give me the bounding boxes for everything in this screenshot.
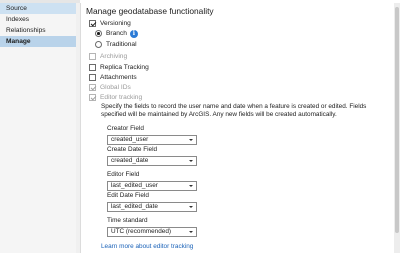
editor-field-dropdown[interactable]: last_edited_user	[107, 181, 197, 191]
time-standard-dropdown[interactable]: UTC (recommended)	[107, 227, 197, 237]
radio-button[interactable]	[95, 41, 102, 48]
radio-button[interactable]	[95, 30, 102, 37]
dropdown-value: UTC (recommended)	[111, 228, 172, 235]
checkbox-box[interactable]	[89, 74, 96, 81]
dropdown-value: created_user	[111, 136, 149, 143]
editor-tracking-checkbox[interactable]: Editor tracking	[89, 93, 142, 102]
global-ids-checkbox[interactable]: Global IDs	[89, 83, 131, 92]
checkbox-box[interactable]	[89, 64, 96, 71]
edit-date-field-label: Edit Date Field	[107, 192, 149, 199]
archiving-checkbox[interactable]: Archiving	[89, 52, 127, 61]
scrollbar-thumb[interactable]	[395, 7, 399, 233]
creator-field-dropdown[interactable]: created_user	[107, 135, 197, 145]
sidebar-item-relationships[interactable]: Relationships	[0, 25, 76, 36]
chevron-down-icon	[189, 160, 193, 162]
dropdown-value: last_edited_user	[111, 182, 158, 189]
archiving-label: Archiving	[100, 53, 128, 60]
editor-field-label: Editor Field	[107, 171, 140, 178]
versioning-checkbox[interactable]: Versioning	[89, 19, 131, 28]
sidebar-item-source[interactable]: Source	[0, 3, 76, 14]
learn-more-link[interactable]: Learn more about editor tracking	[101, 243, 193, 250]
traditional-radio[interactable]: Traditional	[95, 40, 137, 49]
chevron-down-icon	[189, 139, 193, 141]
branch-label: Branch	[106, 30, 127, 37]
traditional-label: Traditional	[106, 41, 137, 48]
checkbox-box[interactable]	[89, 20, 96, 27]
info-icon[interactable]: i	[129, 29, 138, 38]
create-date-field-dropdown[interactable]: created_date	[107, 156, 197, 166]
branch-radio[interactable]: Branch i	[95, 29, 138, 38]
page-title: Manage geodatabase functionality	[86, 6, 214, 16]
dropdown-value: last_edited_date	[111, 203, 158, 210]
replica-tracking-checkbox[interactable]: Replica Tracking	[89, 63, 149, 72]
sidebar: Source Indexes Relationships Manage	[0, 3, 76, 253]
checkbox-box[interactable]	[89, 53, 96, 60]
global-ids-label: Global IDs	[100, 84, 131, 91]
time-standard-label: Time standard	[107, 217, 148, 224]
chevron-down-icon	[189, 185, 193, 187]
edit-date-field-dropdown[interactable]: last_edited_date	[107, 202, 197, 212]
replica-tracking-label: Replica Tracking	[100, 64, 149, 71]
editor-tracking-label: Editor tracking	[100, 94, 143, 101]
vertical-scrollbar[interactable]	[394, 3, 400, 253]
chevron-down-icon	[189, 206, 193, 208]
checkbox-box[interactable]	[89, 84, 96, 91]
sidebar-item-manage[interactable]: Manage	[0, 36, 76, 47]
dropdown-value: created_date	[111, 157, 149, 164]
attachments-checkbox[interactable]: Attachments	[89, 73, 137, 82]
sidebar-item-indexes[interactable]: Indexes	[0, 14, 76, 25]
create-date-field-label: Create Date Field	[107, 146, 158, 153]
editor-tracking-description: Specify the fields to record the user na…	[101, 103, 367, 118]
attachments-label: Attachments	[100, 74, 137, 81]
manage-panel: Manage geodatabase functionality Version…	[80, 3, 400, 253]
chevron-down-icon	[189, 231, 193, 233]
creator-field-label: Creator Field	[107, 125, 144, 132]
versioning-label: Versioning	[100, 20, 131, 27]
checkbox-box[interactable]	[89, 94, 96, 101]
